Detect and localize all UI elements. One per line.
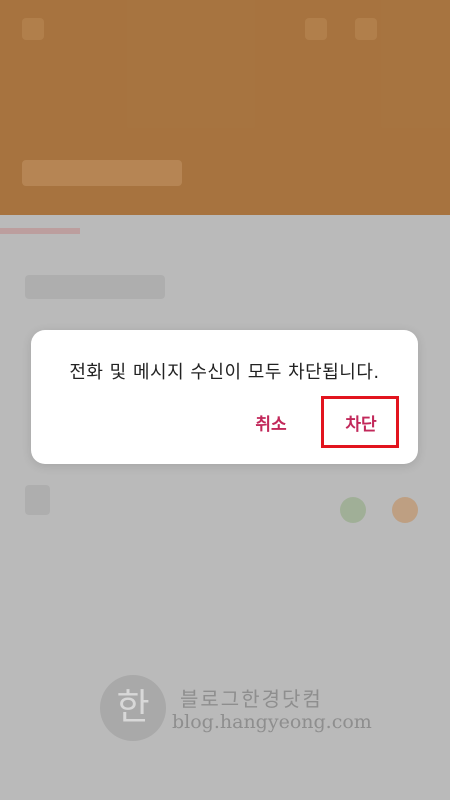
block-confirm-dialog: 전화 및 메시지 수신이 모두 차단됩니다. 취소 차단 bbox=[31, 330, 418, 464]
watermark-title: 블로그한경닷컴 bbox=[180, 687, 323, 711]
watermark-url: blog.hangyeong.com bbox=[172, 711, 372, 733]
cancel-button[interactable]: 취소 bbox=[246, 410, 296, 440]
dialog-message: 전화 및 메시지 수신이 모두 차단됩니다. bbox=[69, 362, 380, 383]
watermark-logo: 한 bbox=[100, 675, 166, 741]
highlight-box bbox=[321, 396, 399, 448]
